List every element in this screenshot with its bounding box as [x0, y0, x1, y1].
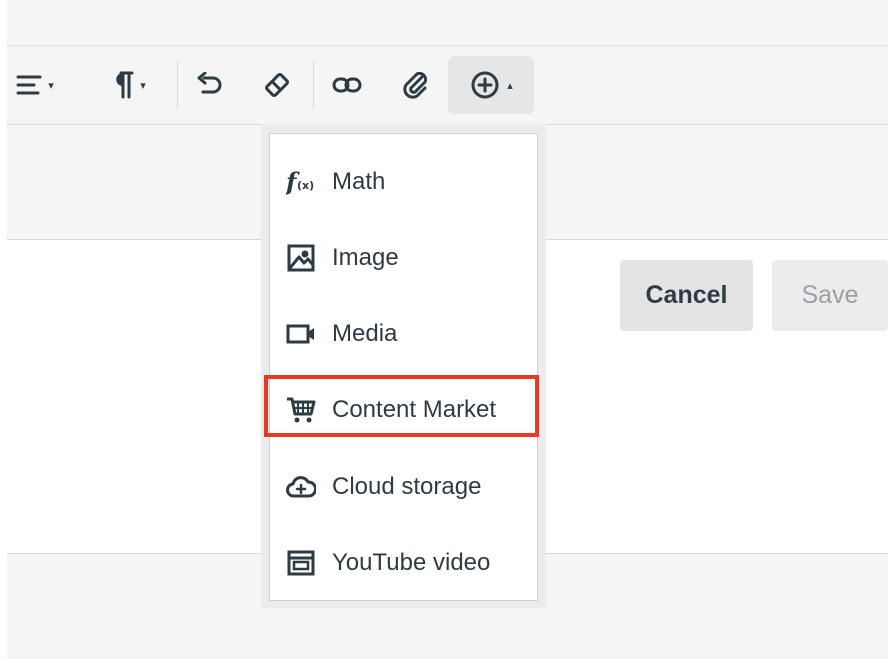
undo-button[interactable] [187, 56, 231, 114]
eraser-button[interactable] [255, 56, 299, 114]
menu-item-image[interactable]: Image [270, 233, 537, 283]
function-icon: f (x) [286, 167, 316, 197]
image-icon [286, 243, 316, 273]
cancel-button[interactable]: Cancel [620, 260, 753, 331]
align-caret: ▾ [48, 79, 54, 92]
align-icon [16, 74, 42, 96]
insert-button[interactable]: ▴ [448, 56, 534, 114]
paperclip-icon [400, 69, 430, 101]
save-button[interactable]: Save [772, 260, 888, 331]
video-camera-icon [286, 319, 316, 349]
undo-icon [195, 72, 223, 98]
eraser-icon [262, 71, 292, 99]
editor-toolbar: ▾ ▾ ▴ [7, 46, 888, 125]
menu-item-label: Math [332, 168, 386, 195]
svg-text:(x): (x) [297, 179, 314, 192]
menu-item-label: Image [332, 244, 399, 271]
menu-item-youtube-video[interactable]: YouTube video [270, 538, 537, 588]
menu-item-label: Cloud storage [332, 473, 482, 500]
highlight-box [264, 375, 539, 437]
align-button[interactable]: ▾ [7, 56, 63, 114]
paragraph-caret: ▾ [140, 79, 146, 92]
add-circle-icon [469, 69, 501, 101]
attach-button[interactable] [391, 56, 439, 114]
menu-item-media[interactable]: Media [270, 309, 537, 359]
toolbar-separator [313, 62, 314, 108]
menu-item-label: Media [332, 320, 398, 347]
cloud-add-icon [286, 472, 316, 502]
top-band [7, 0, 888, 46]
insert-menu: f (x) Math Image Media Content Market Clo… [269, 133, 538, 601]
link-button[interactable] [323, 56, 371, 114]
paragraph-icon [112, 70, 134, 100]
menu-item-label: YouTube video [332, 549, 491, 576]
toolbar-separator [177, 62, 178, 108]
youtube-box-icon [286, 548, 316, 578]
menu-item-math[interactable]: f (x) Math [270, 157, 537, 207]
paragraph-button[interactable]: ▾ [99, 56, 159, 114]
insert-caret: ▴ [507, 79, 513, 92]
link-icon [332, 75, 362, 95]
menu-item-cloud-storage[interactable]: Cloud storage [270, 462, 537, 512]
